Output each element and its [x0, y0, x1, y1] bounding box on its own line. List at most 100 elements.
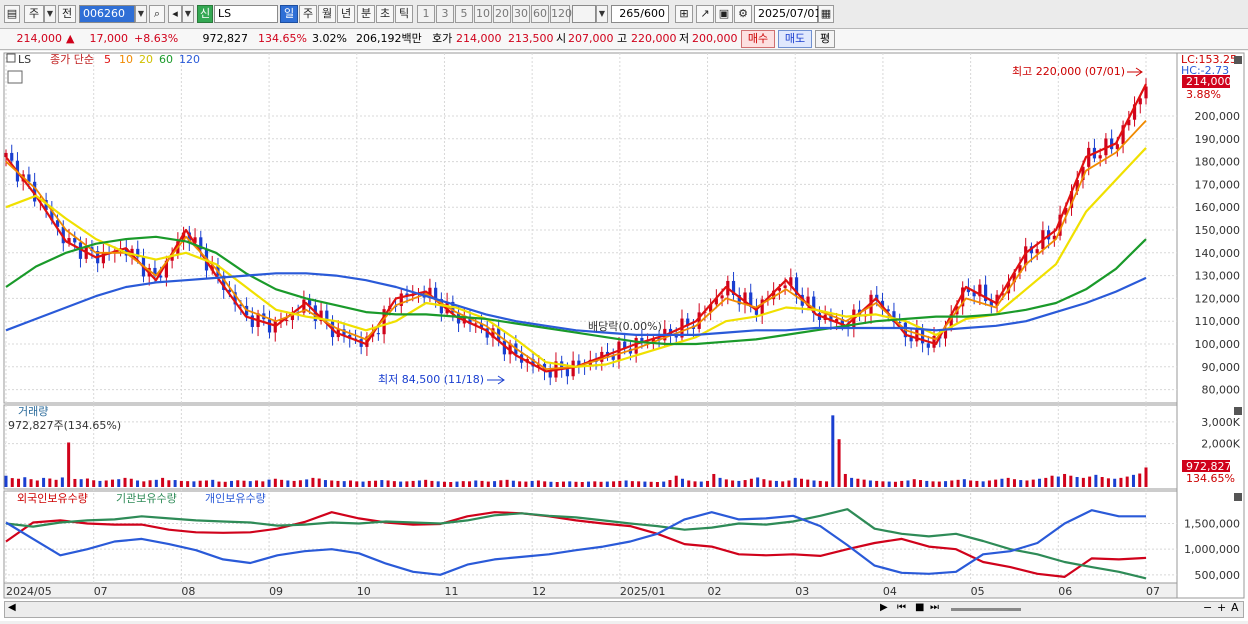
candle-body — [267, 319, 272, 333]
volume-bar — [618, 480, 622, 487]
indiv-legend: 개인보유수량 — [205, 492, 266, 505]
volume-bar — [73, 478, 77, 487]
last-icon[interactable]: ⏭ — [930, 602, 939, 613]
stock-chart[interactable]: 200,000 190,000 180,000 170,000 160,000 150,0… — [0, 51, 1248, 621]
volume-bar — [154, 479, 158, 487]
period-day[interactable]: 일 — [280, 5, 298, 23]
calendar-icon[interactable]: ▦ — [818, 5, 834, 23]
low-annotation: 최저 84,500 (11/18) — [378, 373, 484, 386]
candle-body — [376, 333, 380, 335]
interval-30[interactable]: 30 — [512, 5, 530, 23]
volume-bar — [273, 478, 277, 487]
interval-3[interactable]: 3 — [436, 5, 454, 23]
volume-bar — [336, 480, 340, 487]
period-label: 월 — [321, 7, 333, 20]
volume-bar — [342, 481, 346, 487]
interval-10[interactable]: 10 — [474, 5, 492, 23]
date-input[interactable]: 2025/07/01 — [754, 5, 821, 23]
interval-60[interactable]: 60 — [531, 5, 549, 23]
custom-interval-input[interactable] — [572, 5, 596, 23]
x-tick-label: 06 — [1058, 585, 1072, 598]
sell-button[interactable]: 매도 — [778, 30, 812, 48]
speaker-dropdown-icon[interactable]: ▼ — [182, 5, 194, 23]
interval-label: 60 — [533, 7, 547, 20]
count-input[interactable]: 265/600 — [611, 5, 669, 23]
ma5-legend: 5 — [104, 53, 111, 66]
stock-code-input[interactable]: 006260 — [79, 5, 135, 23]
volume-bar — [129, 478, 133, 487]
period-week[interactable]: 주 — [299, 5, 317, 23]
font-size-icon[interactable]: A — [1231, 601, 1239, 614]
volume-bar — [680, 478, 684, 487]
volume-bar — [649, 481, 653, 487]
volume-bar — [42, 477, 46, 487]
price-tick-label: 90,000 — [1202, 361, 1241, 374]
volume-bar — [4, 475, 8, 487]
candle-body — [634, 337, 638, 354]
volume-bar — [1088, 476, 1092, 487]
interval-20[interactable]: 20 — [493, 5, 511, 23]
x-tick-label: 2025/01 — [620, 585, 666, 598]
zoom-slider[interactable] — [951, 608, 1021, 611]
buy-button[interactable]: 매수 — [741, 30, 775, 48]
draw-tools-icon[interactable]: ↗ — [696, 5, 714, 23]
period-label: 주 — [302, 7, 314, 20]
volume-bar — [117, 479, 121, 487]
volume-bar — [1125, 476, 1129, 487]
stop-icon[interactable]: ■ — [915, 602, 924, 613]
type-dropdown-icon[interactable]: ▼ — [44, 5, 56, 23]
price-panel[interactable] — [3, 52, 1178, 404]
interval-5[interactable]: 5 — [455, 5, 473, 23]
volume-panel[interactable] — [3, 404, 1178, 490]
first-icon[interactable]: ⏮ — [897, 602, 906, 613]
flat-button[interactable]: 평 — [815, 30, 835, 48]
volume-bar — [950, 480, 954, 487]
volume-bar — [468, 481, 472, 487]
scroll-right-icon[interactable]: ▶ — [880, 602, 888, 613]
period-second[interactable]: 초 — [376, 5, 394, 23]
volume-bar — [906, 480, 910, 487]
period-month[interactable]: 월 — [318, 5, 336, 23]
volume-bar — [774, 480, 778, 487]
volume-bar — [900, 480, 904, 487]
speaker-icon[interactable]: ◂ — [168, 5, 182, 23]
scroll-left-icon[interactable]: ◀ — [8, 602, 16, 613]
grid-toggle-icon[interactable] — [7, 70, 23, 84]
volume-bar — [624, 480, 628, 487]
volume-bar — [493, 481, 497, 487]
investor-close-icon[interactable] — [1234, 493, 1242, 501]
custom-interval-dropdown-icon[interactable]: ▼ — [596, 5, 608, 23]
shin-badge[interactable]: 신 — [197, 5, 213, 23]
interval-1[interactable]: 1 — [417, 5, 435, 23]
period-minute[interactable]: 분 — [357, 5, 375, 23]
save-icon[interactable]: ▣ — [715, 5, 733, 23]
volume-bar — [1012, 479, 1016, 487]
period-tick[interactable]: 틱 — [395, 5, 413, 23]
price-close-icon[interactable] — [1234, 56, 1242, 64]
candle-body — [783, 285, 787, 288]
code-dropdown-icon[interactable]: ▼ — [135, 5, 147, 23]
scroll-bar[interactable]: ◀ ▶ ⏮ ■ ⏭ − + A — [4, 601, 1244, 618]
volume-bar — [455, 481, 459, 487]
prev-button[interactable]: 전 — [58, 5, 76, 23]
volume-bar — [737, 480, 741, 487]
zoom-out-icon[interactable]: − — [1203, 601, 1212, 614]
volume-bar — [1131, 474, 1135, 487]
volume-bar — [555, 482, 559, 487]
volume-bar — [173, 480, 177, 487]
chart-tools-icon[interactable]: ⊞ — [675, 5, 693, 23]
x-tick-label: 07 — [94, 585, 108, 598]
investor-panel[interactable] — [3, 490, 1178, 584]
search-icon[interactable]: ⌕ — [149, 5, 165, 23]
price-tick-label: 190,000 — [1195, 133, 1241, 146]
volume-bar — [349, 480, 353, 487]
stock-name-input[interactable]: LS — [214, 5, 278, 23]
interval-120[interactable]: 120 — [550, 5, 572, 23]
volume-bar — [762, 479, 766, 487]
zoom-in-icon[interactable]: + — [1217, 601, 1226, 614]
type-select[interactable]: 주 — [24, 5, 44, 23]
window-menu-icon[interactable]: ▤ — [4, 5, 20, 23]
volume-close-icon[interactable] — [1234, 407, 1242, 415]
gear-icon[interactable]: ⚙ — [734, 5, 752, 23]
period-year[interactable]: 년 — [337, 5, 355, 23]
